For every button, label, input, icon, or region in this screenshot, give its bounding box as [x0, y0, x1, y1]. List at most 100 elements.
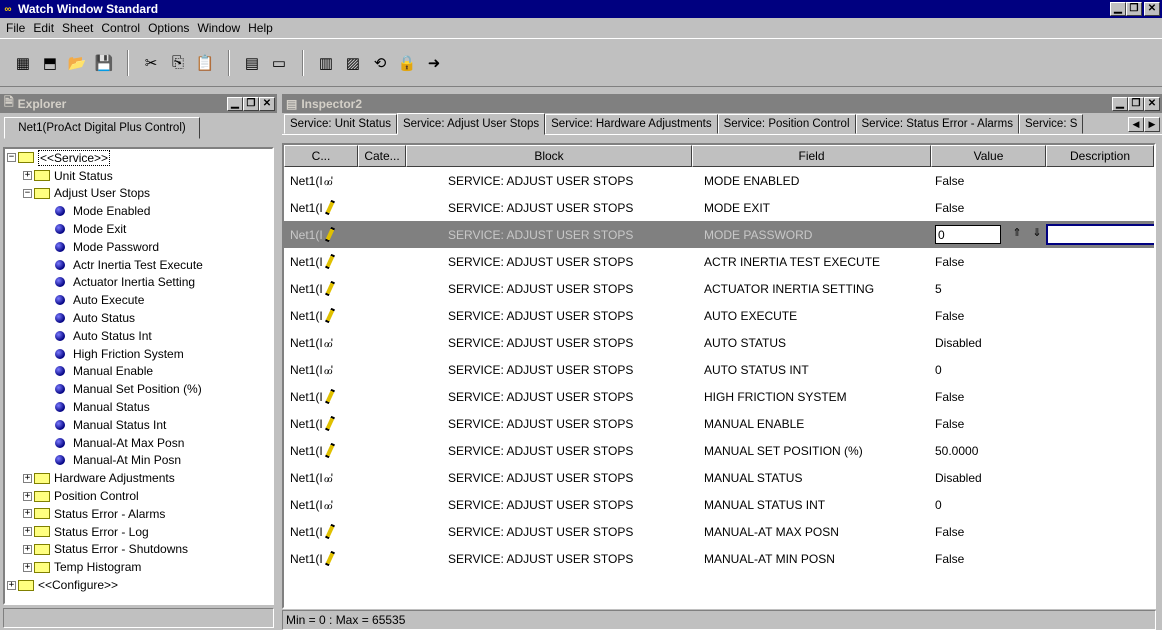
- cell-value[interactable]: False: [931, 255, 1046, 269]
- tab-truncated[interactable]: Service: S: [1018, 114, 1084, 134]
- explorer-tab-net1[interactable]: Net1(ProAct Digital Plus Control): [4, 117, 200, 139]
- spin-down-icon[interactable]: ⇓: [1027, 225, 1047, 244]
- value-input[interactable]: [935, 225, 1001, 244]
- restore-button[interactable]: ❐: [1126, 2, 1142, 16]
- cell-value[interactable]: False: [931, 552, 1046, 566]
- menu-help[interactable]: Help: [246, 21, 279, 35]
- explorer-close-button[interactable]: ✕: [259, 96, 275, 111]
- table-row[interactable]: Net1(I SERVICE: ADJUST USER STOPS MANUAL-A…: [284, 545, 1154, 572]
- tree-node[interactable]: + Unit Status: [5, 167, 272, 185]
- save-icon[interactable]: 💾: [91, 50, 117, 76]
- tree-node[interactable]: Actuator Inertia Setting: [5, 274, 272, 292]
- tree-node[interactable]: Auto Execute: [5, 291, 272, 309]
- cell-value[interactable]: 0: [931, 498, 1046, 512]
- table-row[interactable]: Net1(I SERVICE: ADJUST USER STOPS MANUAL-A…: [284, 518, 1154, 545]
- tab-position-control[interactable]: Service: Position Control: [717, 114, 856, 134]
- tree-node[interactable]: Manual-At Min Posn: [5, 452, 272, 470]
- new-sheet-icon[interactable]: ▦: [10, 50, 36, 76]
- table-row[interactable]: Net1(I ℴℴ' SERVICE: ADJUST USER STOPS MODE …: [284, 167, 1154, 194]
- cell-value[interactable]: Disabled: [931, 336, 1046, 350]
- column-header-field[interactable]: Field: [692, 145, 931, 167]
- database-icon[interactable]: ▨: [340, 50, 366, 76]
- table-row[interactable]: Net1(I SERVICE: ADJUST USER STOPS AUTO EXE…: [284, 302, 1154, 329]
- expand-icon[interactable]: +: [23, 544, 32, 554]
- cell-value[interactable]: False: [931, 390, 1046, 404]
- table-row[interactable]: Net1(I SERVICE: ADJUST USER STOPS MODE PAS…: [284, 221, 1154, 248]
- tree-node[interactable]: − Adjust User Stops: [5, 185, 272, 203]
- column-header-description[interactable]: Description: [1046, 145, 1154, 167]
- cell-value[interactable]: 5: [931, 282, 1046, 296]
- tree-node[interactable]: − <<Service>>: [5, 149, 272, 167]
- tree-node[interactable]: Mode Enabled: [5, 202, 272, 220]
- tree-node[interactable]: Auto Status: [5, 309, 272, 327]
- tree-node[interactable]: Manual Status Int: [5, 416, 272, 434]
- table-row[interactable]: Net1(I ℴℴ' SERVICE: ADJUST USER STOPS AUTO …: [284, 329, 1154, 356]
- copy-icon[interactable]: ⎘: [165, 50, 191, 76]
- spin-up-icon[interactable]: ⇑: [1007, 225, 1027, 244]
- cut-icon[interactable]: ✂: [138, 50, 164, 76]
- explorer-restore-button[interactable]: ❐: [243, 96, 259, 111]
- tree-node[interactable]: Manual Enable: [5, 363, 272, 381]
- tree-node[interactable]: + Position Control: [5, 487, 272, 505]
- tree-node[interactable]: + Temp Histogram: [5, 558, 272, 576]
- expand-icon[interactable]: +: [23, 562, 32, 572]
- inspector-icon[interactable]: ▭: [266, 50, 292, 76]
- expand-icon[interactable]: +: [23, 527, 32, 537]
- new-control-icon[interactable]: ⬒: [37, 50, 63, 76]
- explorer-minimize-button[interactable]: ▁: [227, 96, 243, 111]
- column-header-block[interactable]: Block: [406, 145, 692, 167]
- open-folder-icon[interactable]: 📂: [64, 50, 90, 76]
- tree-node[interactable]: + Status Error - Alarms: [5, 505, 272, 523]
- tree-node[interactable]: + Status Error - Shutdowns: [5, 541, 272, 559]
- collapse-icon[interactable]: −: [23, 188, 32, 198]
- description-input[interactable]: [1046, 224, 1154, 245]
- menu-options[interactable]: Options: [146, 21, 195, 35]
- lock-icon[interactable]: 🔒: [394, 50, 420, 76]
- table-row[interactable]: Net1(I ℴℴ' SERVICE: ADJUST USER STOPS MANUA…: [284, 464, 1154, 491]
- tree-node[interactable]: + Status Error - Log: [5, 523, 272, 541]
- cell-value[interactable]: False: [931, 201, 1046, 215]
- table-row[interactable]: Net1(I SERVICE: ADJUST USER STOPS ACTUATOR…: [284, 275, 1154, 302]
- tree-node[interactable]: Auto Status Int: [5, 327, 272, 345]
- cell-value[interactable]: False: [931, 174, 1046, 188]
- menu-window[interactable]: Window: [195, 21, 246, 35]
- expand-icon[interactable]: +: [23, 491, 32, 501]
- add-inspector-icon[interactable]: ▤: [239, 50, 265, 76]
- minimize-button[interactable]: ▁: [1110, 2, 1126, 16]
- tree-node[interactable]: + <<Configure>>: [5, 576, 272, 594]
- cell-value[interactable]: 50.0000: [931, 444, 1046, 458]
- column-header-c[interactable]: C...: [284, 145, 358, 167]
- tab-scroll-right-icon[interactable]: ▶: [1144, 117, 1160, 132]
- inspector-restore-button[interactable]: ❐: [1128, 96, 1144, 111]
- menu-control[interactable]: Control: [99, 21, 146, 35]
- table-row[interactable]: Net1(I SERVICE: ADJUST USER STOPS MODE EXI…: [284, 194, 1154, 221]
- menu-edit[interactable]: Edit: [31, 21, 60, 35]
- cell-value[interactable]: Disabled: [931, 471, 1046, 485]
- menu-sheet[interactable]: Sheet: [60, 21, 99, 35]
- cell-value[interactable]: 0: [931, 363, 1046, 377]
- tree-node[interactable]: Manual Set Position (%): [5, 380, 272, 398]
- cell-value[interactable]: False: [931, 417, 1046, 431]
- tree-node[interactable]: Manual-At Max Posn: [5, 434, 272, 452]
- inspector-minimize-button[interactable]: ▁: [1112, 96, 1128, 111]
- tab-hardware-adjustments[interactable]: Service: Hardware Adjustments: [545, 114, 718, 134]
- inspector-close-button[interactable]: ✕: [1144, 96, 1160, 111]
- expand-icon[interactable]: +: [7, 580, 16, 590]
- table-row[interactable]: Net1(I SERVICE: ADJUST USER STOPS ACTR INE…: [284, 248, 1154, 275]
- tree-node[interactable]: + Hardware Adjustments: [5, 469, 272, 487]
- arrow-icon[interactable]: ➜: [421, 50, 447, 76]
- expand-icon[interactable]: +: [23, 473, 32, 483]
- expand-icon[interactable]: +: [23, 171, 32, 181]
- tree-node[interactable]: Manual Status: [5, 398, 272, 416]
- expand-icon[interactable]: +: [23, 509, 32, 519]
- cell-value[interactable]: False: [931, 309, 1046, 323]
- table-row[interactable]: Net1(I ℴℴ' SERVICE: ADJUST USER STOPS MANUA…: [284, 491, 1154, 518]
- properties-icon[interactable]: ▥: [313, 50, 339, 76]
- value-spinner[interactable]: ⇑ ⇓: [1007, 225, 1047, 244]
- connect-icon[interactable]: ⟲: [367, 50, 393, 76]
- table-row[interactable]: Net1(I SERVICE: ADJUST USER STOPS MANUAL S…: [284, 437, 1154, 464]
- table-row[interactable]: Net1(I ℴℴ' SERVICE: ADJUST USER STOPS AUTO …: [284, 356, 1154, 383]
- tab-scroll-left-icon[interactable]: ◀: [1128, 117, 1144, 132]
- table-row[interactable]: Net1(I SERVICE: ADJUST USER STOPS MANUAL E…: [284, 410, 1154, 437]
- menu-file[interactable]: File: [4, 21, 31, 35]
